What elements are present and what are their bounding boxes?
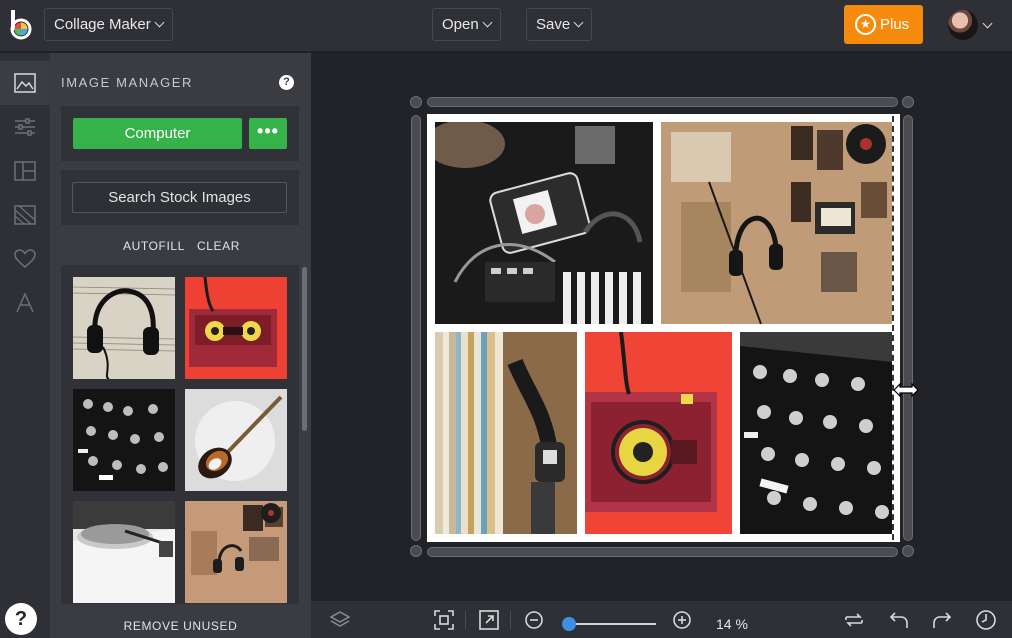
rail-item-layouts[interactable] (0, 149, 50, 193)
corner-handle-top-left[interactable] (410, 96, 422, 108)
help-icon[interactable]: ? (279, 75, 294, 90)
sidebar-rail (0, 53, 50, 638)
divider (510, 611, 511, 629)
divider (465, 611, 466, 629)
help-button[interactable]: ? (5, 603, 37, 635)
computer-upload-button[interactable]: Computer (73, 118, 242, 149)
zoom-out-icon[interactable] (523, 609, 545, 631)
sliders-icon (15, 118, 35, 136)
horizontal-resize-cursor-icon (893, 382, 919, 398)
zoom-percentage: 14 % (716, 616, 748, 632)
collage-cell-gear[interactable] (435, 122, 653, 324)
thumbnail-electric-guitar[interactable] (185, 389, 287, 491)
corner-handle-top-right[interactable] (902, 96, 914, 108)
collage-cell-mixer[interactable] (740, 332, 892, 534)
thumbnail-cassette-on-red[interactable] (185, 277, 287, 379)
collage-workspace (311, 53, 1012, 601)
clear-button[interactable]: CLEAR (197, 239, 240, 253)
collage-cell-cassette[interactable] (585, 332, 732, 534)
corner-handle-bottom-left[interactable] (410, 545, 422, 557)
chevron-down-icon (154, 17, 165, 28)
expand-icon[interactable] (478, 609, 500, 631)
zoom-in-icon[interactable] (671, 609, 693, 631)
image-manager-panel: IMAGE MANAGER ? Computer ••• Search Stoc… (50, 53, 311, 638)
rail-item-text[interactable] (0, 281, 50, 325)
search-stock-images-button[interactable]: Search Stock Images (72, 182, 287, 213)
search-box: Search Stock Images (61, 170, 299, 225)
top-bar: Collage Maker Open Save ★ Plus (0, 0, 1012, 52)
chevron-down-icon (482, 17, 493, 28)
app-menu-label: Collage Maker (54, 16, 151, 33)
save-label: Save (536, 16, 571, 33)
plus-upgrade-button[interactable]: ★ Plus (844, 5, 923, 44)
rail-item-backgrounds[interactable] (0, 193, 50, 237)
zoom-slider-knob[interactable] (562, 617, 576, 631)
swap-icon[interactable] (843, 609, 865, 631)
avatar[interactable] (948, 10, 978, 40)
star-icon: ★ (855, 14, 876, 35)
corner-handle-bottom-right[interactable] (902, 545, 914, 557)
collage-cell-records[interactable] (435, 332, 577, 534)
layout-icon (14, 161, 36, 181)
rail-item-image-manager[interactable] (0, 61, 50, 105)
text-icon (16, 293, 34, 313)
bottom-resize-handle[interactable] (427, 547, 898, 557)
chevron-down-icon (573, 17, 584, 28)
plus-label: Plus (880, 16, 910, 33)
upload-box: Computer ••• (61, 106, 299, 161)
top-resize-handle[interactable] (427, 97, 898, 107)
thumbnail-bedroom-wall-headphones[interactable] (185, 501, 287, 603)
save-button[interactable]: Save (526, 8, 593, 41)
fit-to-screen-icon[interactable] (433, 609, 455, 631)
thumbnail-dj-mixer[interactable] (73, 389, 175, 491)
thumbnail-headphones-sheet-music[interactable] (73, 277, 175, 379)
open-label: Open (442, 16, 479, 33)
collage-canvas[interactable] (427, 114, 900, 542)
app-menu-button[interactable]: Collage Maker (44, 8, 173, 41)
undo-icon[interactable] (888, 609, 910, 631)
chevron-down-icon[interactable] (982, 18, 993, 29)
panel-scrollbar[interactable] (302, 267, 307, 431)
remove-unused-button[interactable]: REMOVE UNUSED (50, 619, 311, 633)
history-clock-icon[interactable] (975, 609, 997, 631)
autofill-button[interactable]: AUTOFILL (123, 239, 185, 253)
heart-icon (14, 249, 36, 268)
zoom-slider-track[interactable] (569, 623, 656, 625)
open-button[interactable]: Open (432, 8, 501, 41)
rail-item-adjust[interactable] (0, 105, 50, 149)
right-resize-handle[interactable] (903, 115, 913, 541)
thumbnail-grid (61, 265, 299, 604)
rail-item-graphics[interactable] (0, 237, 50, 281)
left-resize-handle[interactable] (411, 115, 421, 541)
selected-column-divider[interactable] (892, 116, 894, 540)
image-icon (14, 73, 36, 93)
background-icon (14, 205, 36, 225)
layers-icon[interactable] (329, 609, 351, 631)
bottom-toolbar: 14 % (311, 601, 1012, 638)
collage-cell-bedroom[interactable] (661, 122, 892, 324)
panel-title: IMAGE MANAGER (61, 75, 194, 90)
thumbnail-turntable[interactable] (73, 501, 175, 603)
more-options-button[interactable]: ••• (249, 118, 287, 149)
befunky-logo-icon[interactable] (8, 10, 34, 42)
redo-icon[interactable] (931, 609, 953, 631)
